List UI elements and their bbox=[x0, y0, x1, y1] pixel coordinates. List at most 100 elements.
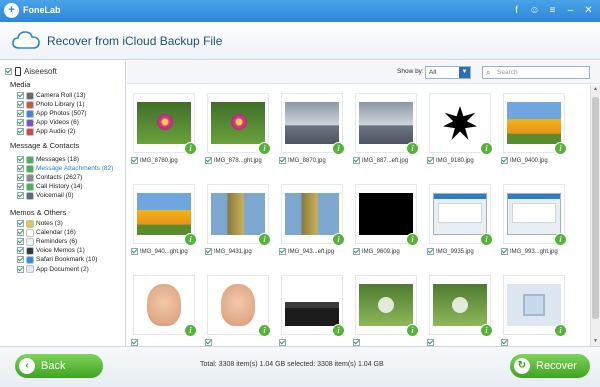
scrollbar-thumb[interactable] bbox=[592, 97, 599, 319]
info-icon[interactable]: i bbox=[332, 324, 345, 337]
minimize-icon[interactable]: – bbox=[563, 3, 578, 18]
category-checkbox[interactable] bbox=[17, 265, 24, 273]
back-button[interactable]: ‹ Back bbox=[15, 354, 103, 378]
photo-tile[interactable]: i IMG_878...ght.jpg bbox=[205, 89, 271, 171]
photo-thumbnail-frame[interactable]: i bbox=[429, 184, 493, 246]
photo-thumbnail-frame[interactable]: i bbox=[355, 275, 419, 337]
photo-checkbox[interactable] bbox=[205, 157, 212, 164]
category-checkbox[interactable] bbox=[17, 101, 24, 109]
photo-tile[interactable]: i bbox=[501, 271, 567, 346]
photo-thumbnail-frame[interactable]: i bbox=[503, 184, 567, 246]
category-checkbox[interactable] bbox=[17, 220, 24, 227]
photo-checkbox[interactable] bbox=[279, 248, 286, 255]
photo-checkbox[interactable] bbox=[501, 157, 508, 164]
photo-tile[interactable]: i bbox=[279, 271, 345, 346]
photo-checkbox[interactable] bbox=[131, 248, 138, 255]
chat-icon[interactable]: ☺ bbox=[527, 3, 542, 18]
info-icon[interactable]: i bbox=[184, 233, 197, 246]
info-icon[interactable]: i bbox=[480, 233, 493, 246]
show-by-select[interactable]: All ▼ bbox=[425, 66, 471, 79]
device-checkbox[interactable] bbox=[5, 68, 12, 75]
category-checkbox[interactable] bbox=[17, 238, 24, 246]
photo-tile[interactable]: i IMG_8780.jpg bbox=[131, 89, 197, 171]
photo-tile[interactable]: i IMG_887...eft.jpg bbox=[353, 89, 419, 171]
sidebar-item[interactable]: Voicemail (0) bbox=[17, 191, 74, 200]
info-icon[interactable]: i bbox=[258, 233, 271, 246]
photo-checkbox[interactable] bbox=[427, 339, 434, 346]
photo-tile[interactable]: i IMG_8870.jpg bbox=[279, 89, 345, 171]
photo-tile[interactable]: i IMG_9935.jpg bbox=[427, 180, 493, 262]
photo-checkbox[interactable] bbox=[205, 339, 212, 346]
sidebar-item[interactable]: Messages (18) bbox=[17, 155, 79, 164]
photo-tile[interactable]: i IMG_9400.jpg bbox=[501, 89, 567, 171]
category-checkbox[interactable] bbox=[17, 119, 24, 127]
info-icon[interactable]: i bbox=[406, 233, 419, 246]
photo-thumbnail-frame[interactable]: i bbox=[207, 93, 271, 155]
photo-thumbnail-frame[interactable]: i bbox=[133, 184, 197, 246]
sidebar-item[interactable]: Photo Library (1) bbox=[17, 100, 84, 109]
photo-tile[interactable]: i bbox=[131, 271, 197, 346]
photo-checkbox[interactable] bbox=[205, 248, 212, 255]
photo-tile[interactable]: i IMG_993...ght.jpg bbox=[501, 180, 567, 262]
info-icon[interactable]: i bbox=[480, 324, 493, 337]
category-checkbox[interactable] bbox=[17, 174, 24, 182]
info-icon[interactable]: i bbox=[184, 142, 197, 155]
sidebar-item[interactable]: Calendar (16) bbox=[17, 228, 76, 237]
info-icon[interactable]: i bbox=[332, 233, 345, 246]
search-input[interactable]: ⌕ Search bbox=[482, 66, 590, 79]
photo-thumbnail-frame[interactable]: i bbox=[355, 93, 419, 155]
photo-tile[interactable]: i bbox=[353, 271, 419, 346]
photo-thumbnail-frame[interactable]: i bbox=[503, 275, 567, 337]
photo-tile[interactable]: i IMG_9180.jpg bbox=[427, 89, 493, 171]
photo-checkbox[interactable] bbox=[353, 248, 360, 255]
sidebar-item[interactable]: Contacts (2627) bbox=[17, 173, 82, 182]
photo-tile[interactable]: i IMG_940...ght.jpg bbox=[131, 180, 197, 262]
sidebar-item[interactable]: Voice Memos (1) bbox=[17, 246, 85, 255]
photo-tile[interactable]: i IMG_9431.jpg bbox=[205, 180, 271, 262]
category-checkbox[interactable] bbox=[17, 229, 24, 237]
info-icon[interactable]: i bbox=[406, 324, 419, 337]
info-icon[interactable]: i bbox=[258, 324, 271, 337]
photo-thumbnail-frame[interactable]: i bbox=[133, 93, 197, 155]
photo-thumbnail-frame[interactable]: i bbox=[355, 184, 419, 246]
sidebar-item[interactable]: Notes (3) bbox=[17, 219, 63, 228]
photo-thumbnail-frame[interactable]: i bbox=[207, 184, 271, 246]
scroll-up-icon[interactable]: ▲ bbox=[591, 85, 600, 94]
photo-thumbnail-frame[interactable]: i bbox=[281, 184, 345, 246]
category-checkbox[interactable] bbox=[17, 156, 24, 163]
photo-thumbnail-frame[interactable]: i bbox=[133, 275, 197, 337]
category-checkbox[interactable] bbox=[17, 256, 24, 264]
category-checkbox[interactable] bbox=[17, 247, 24, 255]
photo-checkbox[interactable] bbox=[353, 339, 360, 346]
sidebar-item[interactable]: App Audio (2) bbox=[17, 127, 75, 136]
info-icon[interactable]: i bbox=[332, 142, 345, 155]
scroll-down-icon[interactable]: ▼ bbox=[591, 337, 600, 346]
photo-thumbnail-frame[interactable]: i bbox=[503, 93, 567, 155]
photo-tile[interactable]: i IMG_9609.jpg bbox=[353, 180, 419, 262]
facebook-icon[interactable]: f bbox=[509, 3, 524, 18]
sidebar-item[interactable]: Reminders (6) bbox=[17, 237, 77, 246]
info-icon[interactable]: i bbox=[406, 142, 419, 155]
info-icon[interactable]: i bbox=[554, 142, 567, 155]
menu-icon[interactable]: ≡ bbox=[545, 3, 560, 18]
close-icon[interactable]: ✕ bbox=[581, 3, 596, 18]
photo-checkbox[interactable] bbox=[279, 339, 286, 346]
photo-checkbox[interactable] bbox=[501, 248, 508, 255]
grid-scrollbar[interactable]: ▲ ▼ bbox=[590, 85, 600, 346]
sidebar-item[interactable]: App Videos (6) bbox=[17, 118, 79, 127]
category-checkbox[interactable] bbox=[17, 192, 24, 200]
info-icon[interactable]: i bbox=[258, 142, 271, 155]
category-checkbox[interactable] bbox=[17, 110, 24, 118]
sidebar-item[interactable]: Camera Roll (13) bbox=[17, 91, 86, 100]
photo-checkbox[interactable] bbox=[427, 248, 434, 255]
photo-checkbox[interactable] bbox=[353, 157, 360, 164]
category-checkbox[interactable] bbox=[17, 183, 24, 191]
device-root[interactable]: Aiseesoft bbox=[5, 67, 57, 76]
info-icon[interactable]: i bbox=[184, 324, 197, 337]
category-checkbox[interactable] bbox=[17, 128, 24, 136]
photo-thumbnail-frame[interactable]: i bbox=[281, 93, 345, 155]
photo-checkbox[interactable] bbox=[501, 339, 508, 346]
sidebar-item[interactable]: Safari Bookmark (10) bbox=[17, 255, 97, 264]
sidebar-item[interactable]: App Document (2) bbox=[17, 265, 89, 274]
photo-thumbnail-frame[interactable]: i bbox=[429, 275, 493, 337]
